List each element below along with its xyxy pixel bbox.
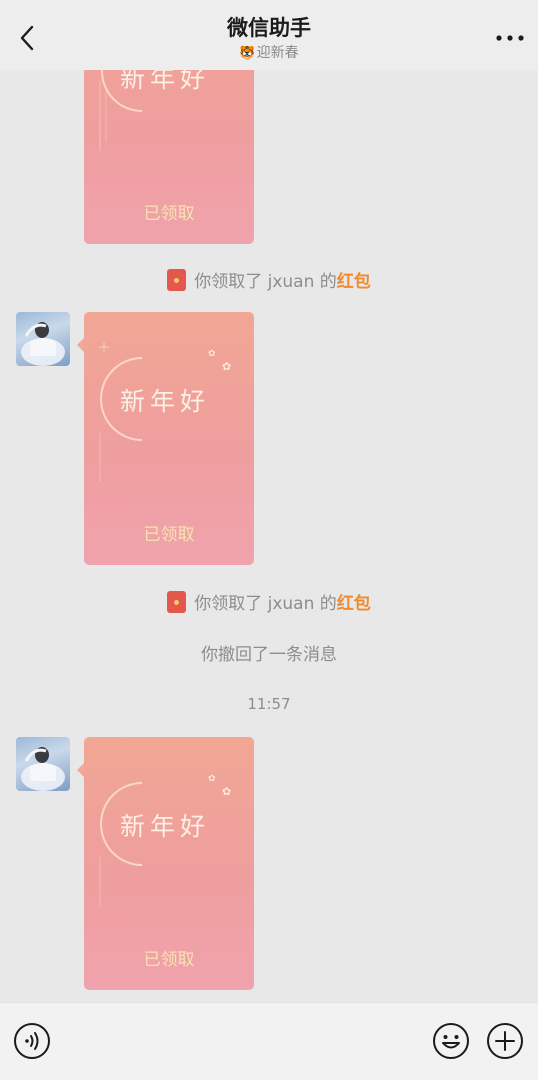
voice-icon[interactable] [13, 1022, 51, 1060]
red-packet-card[interactable]: ✿ ✿ 新年好 已领取 [77, 737, 254, 990]
chat-subtitle: 🐯迎新春 [0, 42, 538, 62]
system-message-text: 你领取了 jxuan 的 [194, 594, 337, 614]
message-input[interactable] [66, 1015, 422, 1067]
packet-greeting: 新年好 [120, 387, 211, 416]
packet-status: 已领取 [143, 950, 195, 970]
avatar[interactable] [16, 312, 70, 366]
packet-status: 已领取 [143, 204, 195, 224]
message-list[interactable]: 新年好 已领取 你领取了 jxuan 的红包 ✿ ✿ 新年好 已领取 你领取了 … [0, 0, 538, 1002]
red-packet-link[interactable]: 红包 [337, 594, 371, 614]
chat-title: 微信助手 [227, 16, 311, 40]
system-message-red-packet: 你领取了 jxuan 的红包 [0, 589, 538, 614]
avatar[interactable] [16, 737, 70, 791]
svg-text:✿: ✿ [208, 349, 216, 359]
system-message-red-packet: 你领取了 jxuan 的红包 [0, 267, 538, 292]
svg-text:✿: ✿ [222, 360, 231, 373]
chat-screen: 新年好 已领取 你领取了 jxuan 的红包 ✿ ✿ 新年好 已领取 你领取了 … [0, 0, 538, 1080]
svg-text:✿: ✿ [222, 785, 231, 798]
tiger-icon: 🐯 [239, 46, 256, 61]
svg-text:✿: ✿ [208, 774, 216, 784]
red-packet-icon [167, 591, 187, 613]
chat-subtitle-text: 迎新春 [256, 45, 299, 61]
packet-greeting: 新年好 [120, 812, 211, 841]
chat-header: 微信助手 🐯迎新春 [0, 0, 538, 70]
red-packet-link[interactable]: 红包 [337, 272, 371, 292]
recall-notice: 你撤回了一条消息 [201, 645, 337, 665]
timestamp: 11:57 [247, 695, 291, 713]
plus-icon[interactable] [486, 1022, 524, 1060]
packet-status: 已领取 [143, 525, 195, 545]
emoji-icon[interactable] [432, 1022, 470, 1060]
red-packet-icon [167, 269, 187, 291]
red-packet-card[interactable]: ✿ ✿ 新年好 已领取 [77, 312, 254, 565]
system-message-text: 你领取了 jxuan 的 [194, 272, 337, 292]
more-dots-icon[interactable] [494, 30, 526, 46]
input-bar [0, 1002, 538, 1080]
